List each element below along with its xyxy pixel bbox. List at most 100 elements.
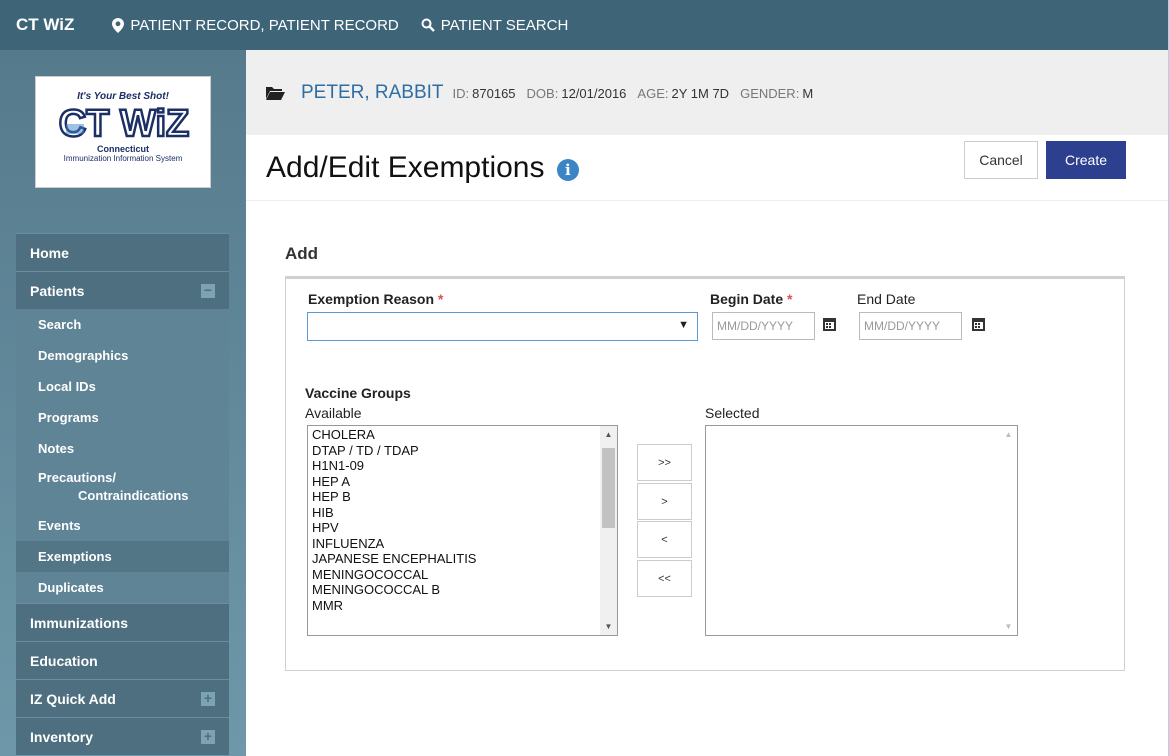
sidebar-subitem-notes[interactable]: Notes <box>16 433 229 464</box>
sidebar-item-iz-quick-add[interactable]: IZ Quick Add + <box>16 679 229 717</box>
sidebar-subitem-label: Demographics <box>38 348 129 363</box>
patient-name[interactable]: PETER, RABBIT <box>301 82 444 104</box>
info-icon[interactable]: i <box>556 159 579 181</box>
sidebar-subitem-search[interactable]: Search <box>16 309 229 340</box>
patient-age: 2Y 1M 7D <box>671 86 730 101</box>
label-text: Exemption Reason <box>308 291 435 307</box>
sidebar-subitem-programs[interactable]: Programs <box>16 402 229 433</box>
exemption-reason-label: Exemption Reason * <box>308 291 443 307</box>
list-item[interactable]: MENINGOCOCCAL <box>308 567 617 583</box>
sidebar-subitem-precautions[interactable]: Precautions/ Contraindications <box>16 464 229 510</box>
sidebar-subitem-label: Precautions/ <box>38 470 117 485</box>
section-title-add: Add <box>285 244 319 263</box>
selected-vaccines-list[interactable]: ▲ ▼ <box>705 425 1018 636</box>
begin-date-label: Begin Date * <box>710 291 792 307</box>
available-list-scrollbar[interactable]: ▲ ▼ <box>600 426 617 635</box>
move-right-button[interactable]: > <box>637 483 692 520</box>
nav-patient-search[interactable]: PATIENT SEARCH <box>421 16 569 34</box>
sidebar-subitem-duplicates[interactable]: Duplicates <box>16 572 229 603</box>
begin-date-input[interactable]: MM/DD/YYYY <box>712 312 815 340</box>
expand-icon[interactable]: + <box>201 691 215 706</box>
sidebar-subitem-label: Notes <box>38 441 75 456</box>
list-item[interactable]: HIB <box>308 505 617 521</box>
dropdown-arrow-icon: ▼ <box>678 319 689 331</box>
sidebar-item-patients[interactable]: Patients − <box>16 271 229 309</box>
sidebar-subitem-label: Local IDs <box>38 379 96 394</box>
sidebar-item-home[interactable]: Home <box>16 233 229 271</box>
scroll-up-icon[interactable]: ▲ <box>600 426 617 443</box>
patient-dob-label: DOB: <box>526 86 559 101</box>
list-item[interactable]: CHOLERA <box>308 427 617 443</box>
sidebar-item-immunizations[interactable]: Immunizations <box>16 603 229 641</box>
search-icon <box>421 18 435 32</box>
page-title-wrap: Add/Edit Exemptions i <box>266 151 579 185</box>
sidebar-item-label: Education <box>30 652 98 669</box>
sidebar-nav: Home Patients − Search Demographics Loca… <box>16 233 229 755</box>
page-title: Add/Edit Exemptions <box>266 151 545 184</box>
patient-age-label: AGE: <box>637 86 669 101</box>
nav-patient-record[interactable]: PATIENT RECORD, PATIENT RECORD <box>112 17 399 34</box>
svg-text:CT WiZ: CT WiZ <box>59 103 190 142</box>
patient-dob: 12/01/2016 <box>561 86 627 101</box>
list-item[interactable]: MMR <box>308 598 617 614</box>
patient-gender-label: GENDER: <box>740 86 800 101</box>
sidebar-subitem-exemptions[interactable]: Exemptions <box>16 541 229 572</box>
sidebar-item-education[interactable]: Education <box>16 641 229 679</box>
list-item[interactable]: HEP A <box>308 474 617 490</box>
scroll-up-icon[interactable]: ▲ <box>1000 426 1017 443</box>
move-left-button[interactable]: < <box>637 521 692 558</box>
nav-patient-search-label: PATIENT SEARCH <box>440 16 569 34</box>
sidebar-subitem-events[interactable]: Events <box>16 510 229 541</box>
vaccine-groups-label: Vaccine Groups <box>305 385 411 401</box>
sidebar-subitem-label-line2: Contraindications <box>78 488 189 503</box>
list-item[interactable]: H1N1-09 <box>308 458 617 474</box>
available-label: Available <box>305 405 362 421</box>
scroll-down-icon[interactable]: ▼ <box>600 618 617 635</box>
sidebar-subitem-label: Duplicates <box>38 580 104 595</box>
list-item[interactable]: DTAP / TD / TDAP <box>308 443 617 459</box>
sidebar-subitem-demographics[interactable]: Demographics <box>16 340 229 371</box>
sidebar-item-label: Immunizations <box>30 614 129 631</box>
patient-info: PETER, RABBIT ID: 870165 DOB: 12/01/2016… <box>266 82 824 104</box>
list-item[interactable]: HEP B <box>308 489 617 505</box>
sidebar-item-label: Inventory <box>30 728 94 745</box>
list-item[interactable]: MENINGOCOCCAL B <box>308 582 617 598</box>
patient-id: 870165 <box>472 86 516 101</box>
logo-graphic: CT WiZ <box>36 102 210 147</box>
label-text: Begin Date <box>710 291 784 307</box>
available-vaccines-list[interactable]: CHOLERA DTAP / TD / TDAP H1N1-09 HEP A H… <box>307 425 618 636</box>
required-mark: * <box>787 291 793 307</box>
folder-open-icon <box>266 87 285 100</box>
collapse-icon[interactable]: − <box>201 283 215 298</box>
scroll-thumb[interactable] <box>602 448 615 528</box>
sidebar-subitem-label: Search <box>38 317 82 332</box>
logo-tagline: It's Your Best Shot! <box>77 91 169 102</box>
brand-title[interactable]: CT WiZ <box>16 15 74 35</box>
expand-icon[interactable]: + <box>201 729 215 744</box>
list-item[interactable]: INFLUENZA <box>308 536 617 552</box>
sidebar-item-label: Patients <box>30 282 85 299</box>
page-header: Add/Edit Exemptions i Cancel Create <box>246 135 1169 201</box>
logo-sub2: Immunization Information System <box>63 154 183 163</box>
sidebar: It's Your Best Shot! CT WiZ Connecticut … <box>0 50 246 756</box>
selected-list-scrollbar[interactable]: ▲ ▼ <box>1000 426 1017 635</box>
calendar-icon[interactable] <box>972 318 985 331</box>
move-all-left-button[interactable]: << <box>637 560 692 597</box>
patient-gender: M <box>802 86 814 101</box>
sidebar-item-inventory[interactable]: Inventory + <box>16 717 229 755</box>
end-date-input[interactable]: MM/DD/YYYY <box>859 312 962 340</box>
sidebar-subitem-label: Programs <box>38 410 99 425</box>
sidebar-subitem-local-ids[interactable]: Local IDs <box>16 371 229 402</box>
move-all-right-button[interactable]: >> <box>637 444 692 481</box>
exemption-reason-select[interactable]: ▼ <box>307 312 698 341</box>
scroll-down-icon[interactable]: ▼ <box>1000 618 1017 635</box>
top-navbar: CT WiZ PATIENT RECORD, PATIENT RECORD PA… <box>0 0 1169 50</box>
list-item[interactable]: JAPANESE ENCEPHALITIS <box>308 551 617 567</box>
cancel-button[interactable]: Cancel <box>964 141 1038 179</box>
list-item[interactable]: HPV <box>308 520 617 536</box>
patient-id-label: ID: <box>452 86 470 101</box>
map-marker-icon <box>112 17 125 33</box>
calendar-icon[interactable] <box>823 318 836 331</box>
create-button[interactable]: Create <box>1046 141 1126 179</box>
end-date-label: End Date <box>857 291 916 307</box>
